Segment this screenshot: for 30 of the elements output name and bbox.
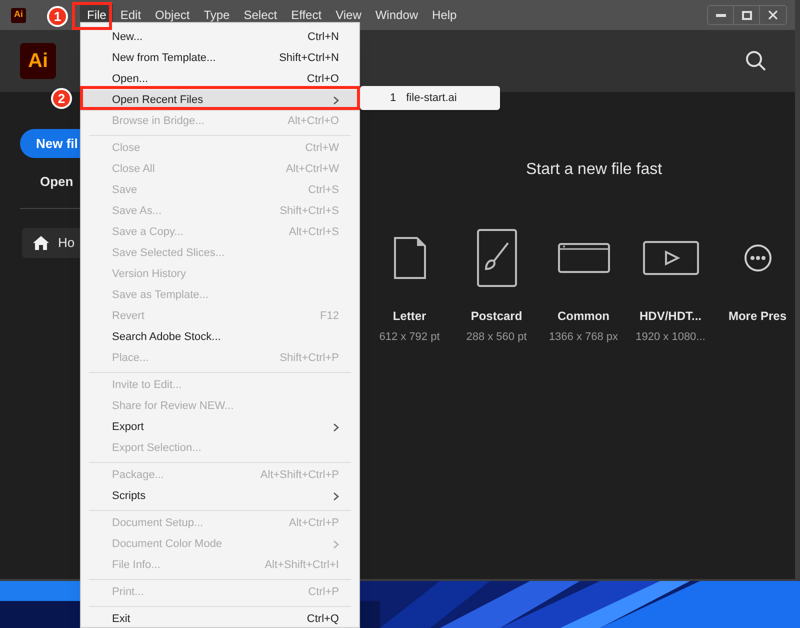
preset-name: Postcard (470, 308, 522, 325)
preset-name: Common (558, 308, 610, 325)
shortcut-text: Alt+Shift+Ctrl+P (260, 468, 339, 484)
preset-size: 1920 x 1080... (636, 330, 706, 345)
shortcut-text: Ctrl+W (305, 141, 339, 156)
shortcut-text: Ctrl+Q (306, 612, 339, 627)
preset-size: 288 x 560 pt (466, 330, 527, 345)
section-heading: Start a new file fast (524, 160, 664, 180)
shortcut-text: Ctrl+N (308, 30, 339, 46)
shortcut-text: Alt+Shift+Ctrl+I (264, 558, 339, 574)
preset-size: 1366 x 768 px (548, 330, 618, 345)
preset-size: 612 x 792 pt (379, 330, 440, 345)
app-logo: Ai (20, 43, 56, 79)
shortcut-text: Ctrl+O (306, 72, 339, 88)
shortcut-text: Alt+Ctrl+S (288, 225, 339, 240)
preset-name: Letter (392, 308, 426, 325)
shortcut-text: Alt+Ctrl+P (288, 516, 339, 532)
shortcut-text: Ctrl+P (308, 585, 339, 600)
item-number: 1 (390, 90, 396, 106)
shortcut-text: Alt+Ctrl+W (286, 162, 339, 178)
shortcut-text: Alt+Ctrl+O (288, 114, 339, 130)
shortcut-text: Shift+Ctrl+S (280, 204, 339, 220)
preset-name: More Pres (728, 308, 787, 325)
nav-label: Ho (58, 234, 75, 252)
preset-name: HDV/HDT... (639, 308, 702, 325)
shortcut-text: Shift+Ctrl+N (279, 51, 339, 66)
shortcut-text: Shift+Ctrl+P (280, 351, 339, 366)
item-label: file-start.ai (406, 90, 457, 106)
shortcut-text: Ctrl+S (308, 183, 339, 198)
shortcut-text: F12 (320, 309, 339, 324)
